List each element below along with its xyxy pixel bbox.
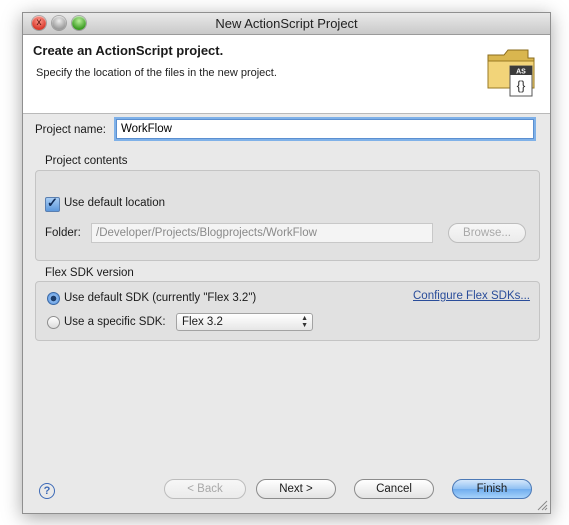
project-contents-group: ✓ Use default location Folder: /Develope… xyxy=(35,170,540,261)
use-default-sdk-label[interactable]: Use default SDK (currently "Flex 3.2") xyxy=(64,292,256,304)
title-bar: x New ActionScript Project xyxy=(23,13,550,35)
icon-badge-text: AS xyxy=(516,69,526,76)
use-default-location-checkbox[interactable]: ✓ xyxy=(45,195,60,212)
configure-flex-sdks-link[interactable]: Configure Flex SDKs... xyxy=(413,290,530,302)
flex-sdk-group: Use default SDK (currently "Flex 3.2") C… xyxy=(35,281,540,341)
project-contents-group-label: Project contents xyxy=(45,155,128,167)
use-specific-sdk-label[interactable]: Use a specific SDK: xyxy=(64,316,166,328)
icon-braces-text: {} xyxy=(517,78,526,93)
browse-button[interactable]: Browse... xyxy=(448,223,526,243)
wizard-header: Create an ActionScript project. Specify … xyxy=(23,35,550,114)
cancel-button[interactable]: Cancel xyxy=(354,479,434,499)
use-default-sdk-radio[interactable] xyxy=(47,292,60,305)
page-title: Create an ActionScript project. xyxy=(33,43,224,58)
back-button[interactable]: < Back xyxy=(164,479,246,499)
help-icon[interactable]: ? xyxy=(39,483,55,499)
sdk-select[interactable]: Flex 3.2 ▲ ▼ xyxy=(176,313,313,331)
resize-grip-icon[interactable] xyxy=(537,500,548,511)
project-name-label: Project name: xyxy=(35,124,106,136)
window-title: New ActionScript Project xyxy=(215,16,358,31)
page-description: Specify the location of the files in the… xyxy=(36,67,277,79)
use-specific-sdk-radio[interactable] xyxy=(47,316,60,329)
folder-field: /Developer/Projects/Blogprojects/WorkFlo… xyxy=(91,223,433,243)
chevron-up-down-icon: ▲ ▼ xyxy=(301,315,308,329)
flex-sdk-group-label: Flex SDK version xyxy=(45,267,134,279)
folder-as-icon: AS {} xyxy=(487,49,535,97)
finish-button[interactable]: Finish xyxy=(452,479,532,499)
next-button[interactable]: Next > xyxy=(256,479,336,499)
use-default-location-label[interactable]: Use default location xyxy=(64,197,165,209)
sdk-select-value: Flex 3.2 xyxy=(182,316,223,328)
folder-label: Folder: xyxy=(45,227,81,239)
dialog-window: x New ActionScript Project Create an Act… xyxy=(22,12,551,514)
project-name-input[interactable] xyxy=(116,119,534,139)
